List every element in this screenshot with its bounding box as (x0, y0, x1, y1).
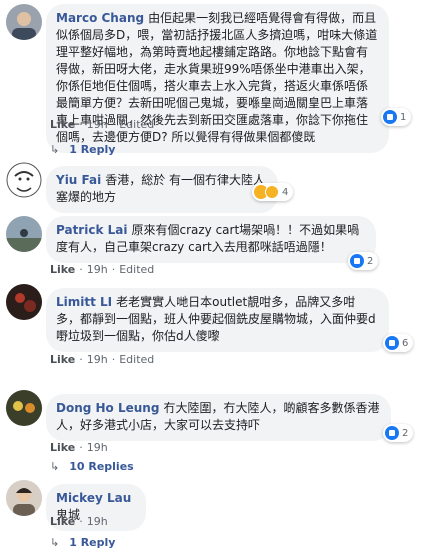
avatar-photo-icon (6, 284, 42, 320)
timestamp[interactable]: 19h (87, 263, 108, 276)
edited-label[interactable]: Edited (119, 263, 154, 276)
comment-actions: Like · 19h (50, 515, 108, 528)
comment-actions: Like · 19h · Edited (50, 263, 155, 276)
comment-actions: Like · 19h · Edited (50, 353, 155, 366)
comment-author[interactable]: Patrick Lai (56, 223, 127, 237)
reply-arrow-icon: ↳ (50, 143, 60, 156)
comment-author[interactable]: Limitt LI (56, 295, 112, 309)
timestamp[interactable]: 19h (87, 353, 108, 366)
like-reaction-icon (385, 426, 399, 440)
timestamp[interactable]: 19h (87, 515, 108, 528)
avatar[interactable] (6, 390, 42, 426)
comment-author[interactable]: Yiu Fai (56, 173, 101, 187)
like-reaction-icon (385, 336, 399, 350)
comment-author[interactable]: Mickey Lau (56, 491, 131, 505)
comment-actions: Like · 19h (50, 441, 108, 454)
comment-bubble: Patrick Lai 原來有個crazy cart場架喎！！不過如果喎度有人，自… (46, 216, 376, 263)
timestamp[interactable]: 19h (87, 441, 108, 454)
comment-actions: Like · 19h · Edited (50, 118, 155, 131)
avatar[interactable] (6, 216, 42, 252)
avatar-photo-icon (6, 4, 42, 40)
avatar[interactable] (6, 4, 42, 40)
edited-label[interactable]: Edited (119, 118, 154, 131)
reaction-count[interactable]: 2 (383, 424, 414, 442)
haha-reaction-icon (265, 185, 279, 199)
view-replies-link[interactable]: ↳ 1 Reply (50, 143, 115, 156)
avatar[interactable] (6, 284, 42, 320)
edited-label[interactable]: Edited (119, 353, 154, 366)
like-button[interactable]: Like (50, 118, 75, 131)
comment-bubble: Yiu Fai 香港，総於 有一個冇律大陸人塞爆的地方 (46, 166, 278, 213)
reply-arrow-icon: ↳ (50, 536, 60, 549)
view-replies-link[interactable]: ↳ 1 Reply (50, 536, 115, 549)
comment-bubble: Limitt LI 老老實實人哋日本outlet靚咁多，品牌又多咁多，都靜到一個點… (46, 288, 389, 352)
avatar[interactable] (6, 162, 42, 198)
like-button[interactable]: Like (50, 263, 75, 276)
reaction-count[interactable]: 6 (383, 334, 414, 352)
comment-bubble: Dong Ho Leung 冇大陸圍，冇大陸人，啲顧客多數係香港人，好多港式小店，… (46, 394, 391, 441)
like-reaction-icon (383, 110, 397, 124)
like-reaction-icon (350, 254, 364, 268)
reaction-count[interactable]: 4 (252, 183, 294, 201)
like-button[interactable]: Like (50, 353, 75, 366)
avatar-photo-icon (6, 390, 42, 426)
like-button[interactable]: Like (50, 515, 75, 528)
like-button[interactable]: Like (50, 441, 75, 454)
view-replies-link[interactable]: ↳ 10 Replies (50, 460, 134, 473)
reaction-count[interactable]: 1 (381, 108, 412, 126)
reply-arrow-icon: ↳ (50, 460, 60, 473)
avatar-photo-icon (6, 216, 42, 252)
avatar[interactable] (6, 480, 42, 516)
comment-author[interactable]: Dong Ho Leung (56, 401, 159, 415)
avatar-photo-icon (6, 162, 42, 198)
reaction-count[interactable]: 2 (348, 252, 379, 270)
avatar-photo-icon (6, 480, 42, 516)
comment-author[interactable]: Marco Chang (56, 11, 144, 25)
timestamp[interactable]: 19h (87, 118, 108, 131)
